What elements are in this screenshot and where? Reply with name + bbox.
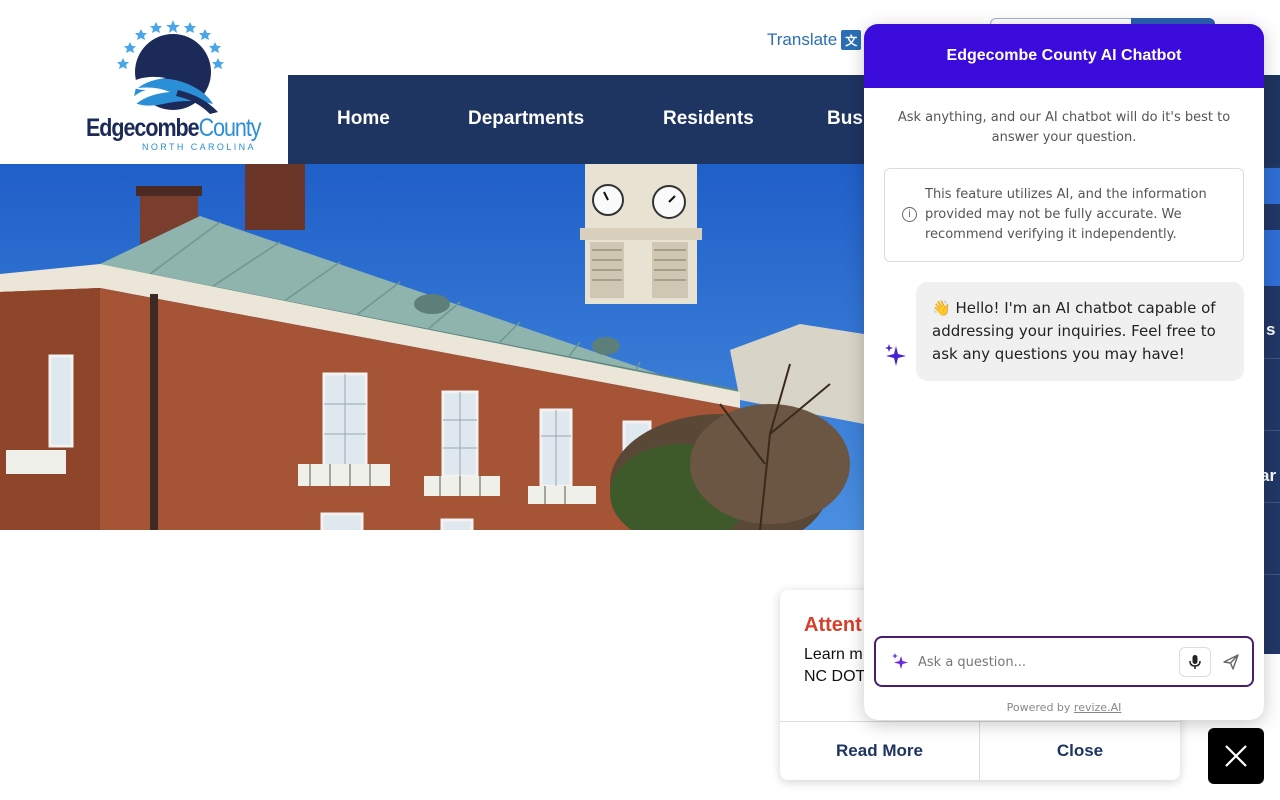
translate-label: Translate xyxy=(767,30,838,49)
translate-icon: 文 xyxy=(841,30,862,50)
chat-input-box xyxy=(874,636,1254,687)
courthouse-photo-icon xyxy=(0,164,864,530)
close-icon xyxy=(1225,745,1247,767)
alert-text-line: Learn m xyxy=(804,646,863,663)
nav-item-home[interactable]: Home xyxy=(337,108,390,130)
ai-sparkle-icon xyxy=(885,344,906,366)
ai-disclaimer: i This feature utilizes AI, and the info… xyxy=(884,168,1244,262)
bot-message-text: 👋 Hello! I'm an AI chatbot capable of ad… xyxy=(932,299,1216,363)
send-icon xyxy=(1223,654,1239,670)
nav-item-departments[interactable]: Departments xyxy=(468,108,584,130)
read-more-button[interactable]: Read More xyxy=(780,722,980,780)
nav-item-residents[interactable]: Residents xyxy=(663,108,754,130)
side-link-2[interactable] xyxy=(1264,230,1280,286)
chatbot-close-button[interactable] xyxy=(1208,728,1264,784)
hero-photo xyxy=(0,164,864,530)
divider xyxy=(1264,358,1280,359)
powered-by: Powered by revize.AI xyxy=(864,701,1264,714)
side-quicklinks: s ar xyxy=(1260,164,1280,654)
bot-message: 👋 Hello! I'm an AI chatbot capable of ad… xyxy=(916,282,1244,381)
powered-by-link[interactable]: revize.AI xyxy=(1074,701,1121,714)
county-seal-icon xyxy=(117,20,224,114)
microphone-button[interactable] xyxy=(1179,647,1211,677)
info-icon: i xyxy=(902,207,917,222)
divider xyxy=(1264,502,1280,503)
page: EdgecombeCounty NORTH CAROLINA Translate… xyxy=(0,0,1280,800)
divider xyxy=(1264,574,1280,575)
side-link-1[interactable] xyxy=(1264,168,1280,204)
powered-by-prefix: Powered by xyxy=(1006,701,1071,714)
chatbot-title: Edgecombe County AI Chatbot xyxy=(946,47,1182,64)
chatbot-panel: Edgecombe County AI Chatbot Ask anything… xyxy=(864,24,1264,720)
alert-title: Attent xyxy=(804,614,862,636)
disclaimer-text: This feature utilizes AI, and the inform… xyxy=(925,187,1207,242)
send-button[interactable] xyxy=(1216,647,1246,677)
county-logo[interactable]: EdgecombeCounty NORTH CAROLINA xyxy=(78,12,278,157)
logo-wordmark: EdgecombeCounty xyxy=(86,114,262,142)
side-link-label[interactable]: s xyxy=(1266,320,1275,340)
alert-close-button[interactable]: Close xyxy=(980,722,1180,780)
chatbot-header: Edgecombe County AI Chatbot xyxy=(864,24,1264,88)
alert-text-line: NC DOT xyxy=(804,668,866,685)
microphone-icon xyxy=(1189,655,1201,669)
divider xyxy=(1264,430,1280,431)
ai-sparkle-icon xyxy=(892,653,908,669)
alert-actions: Read More Close xyxy=(780,721,1180,780)
translate-link[interactable]: Translate 文 xyxy=(767,30,862,50)
chat-input[interactable] xyxy=(918,648,1168,676)
logo-subtitle: NORTH CAROLINA xyxy=(142,142,256,152)
chatbot-intro: Ask anything, and our AI chatbot will do… xyxy=(897,110,1231,145)
nav-item-business[interactable]: Busi xyxy=(827,108,868,130)
